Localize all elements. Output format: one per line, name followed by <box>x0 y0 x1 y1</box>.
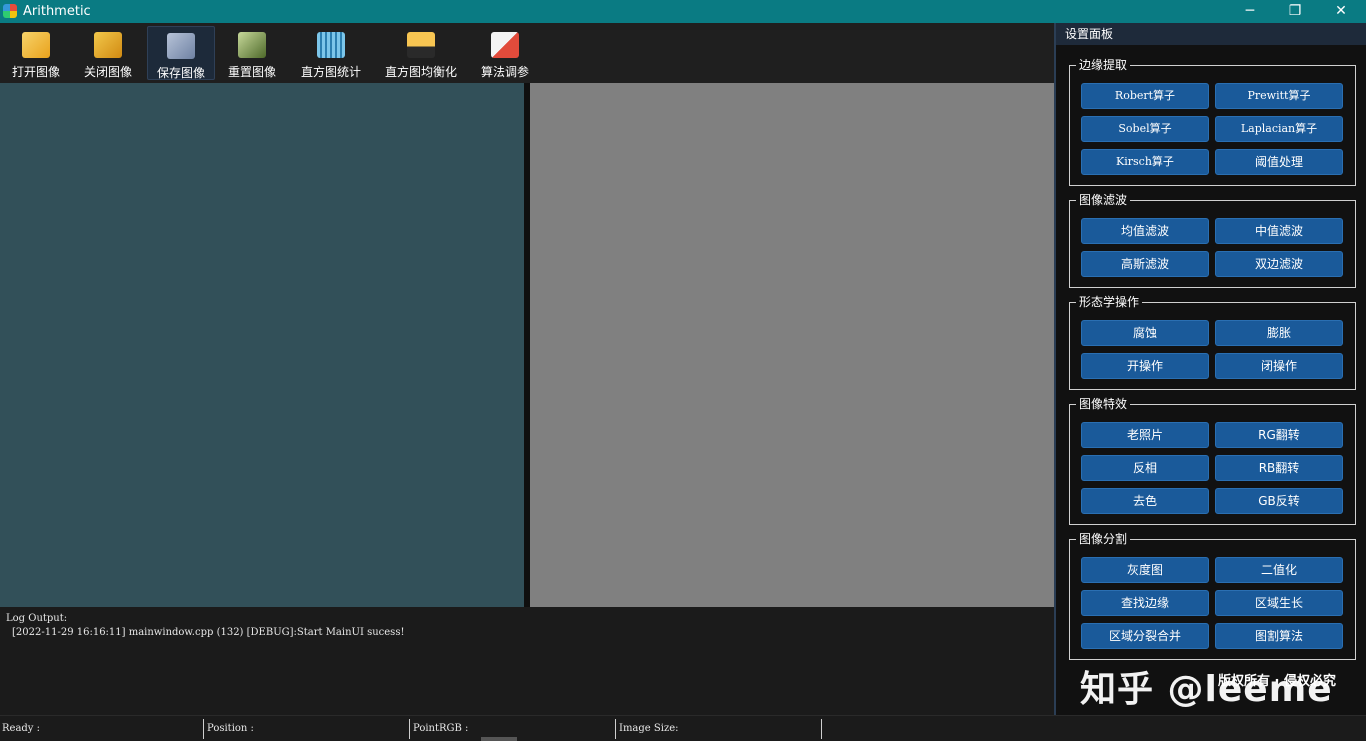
close-image-button[interactable]: 关闭图像 <box>78 26 138 80</box>
algorithm-params-label: 算法调参 <box>474 63 536 80</box>
result-image-view[interactable] <box>530 83 1054 607</box>
histogram-equalize-label: 直方图均衡化 <box>382 63 460 80</box>
sobel-operator-button[interactable]: Sobel算子 <box>1081 116 1209 142</box>
group-image-effects: 图像特效 老照片 RG翻转 反相 RB翻转 去色 GB反转 <box>1069 404 1356 525</box>
binarize-button[interactable]: 二值化 <box>1215 557 1343 583</box>
threshold-button[interactable]: 阈值处理 <box>1215 149 1343 175</box>
histogram-equalize-button[interactable]: 直方图均衡化 <box>382 26 460 80</box>
invert-button[interactable]: 反相 <box>1081 455 1209 481</box>
rb-flip-button[interactable]: RB翻转 <box>1215 455 1343 481</box>
prewitt-operator-button[interactable]: Prewitt算子 <box>1215 83 1343 109</box>
robert-operator-button[interactable]: Robert算子 <box>1081 83 1209 109</box>
log-title: Log Output: <box>6 613 67 624</box>
reset-image-icon <box>238 32 266 58</box>
status-bar: Ready : Position : PointRGB : Image Size… <box>0 715 1366 741</box>
group-title: 图像特效 <box>1076 396 1130 412</box>
algorithm-params-icon <box>491 32 519 58</box>
window-title: Arithmetic <box>23 4 91 19</box>
dilate-button[interactable]: 膨胀 <box>1215 320 1343 346</box>
source-image-view[interactable] <box>0 83 524 607</box>
laplacian-operator-button[interactable]: Laplacian算子 <box>1215 116 1343 142</box>
main-toolbar: 打开图像 关闭图像 保存图像 重置图像 直方图统计 直方图均衡化 算法调参 <box>0 23 1054 83</box>
erode-button[interactable]: 腐蚀 <box>1081 320 1209 346</box>
status-ready: Ready : <box>0 719 204 739</box>
kirsch-operator-button[interactable]: Kirsch算子 <box>1081 149 1209 175</box>
opening-button[interactable]: 开操作 <box>1081 353 1209 379</box>
settings-panel-title: 设置面板 <box>1056 23 1366 45</box>
log-line: [2022-11-29 16:16:11] mainwindow.cpp (13… <box>12 627 404 638</box>
app-logo-icon <box>3 4 17 18</box>
graph-cut-button[interactable]: 图割算法 <box>1215 623 1343 649</box>
save-image-icon <box>167 33 195 59</box>
split-merge-button[interactable]: 区域分裂合并 <box>1081 623 1209 649</box>
histogram-icon <box>317 32 345 58</box>
status-pointrgb: PointRGB : <box>411 719 616 739</box>
save-image-label: 保存图像 <box>148 64 214 81</box>
group-title: 图像滤波 <box>1076 192 1130 208</box>
group-title: 图像分割 <box>1076 531 1130 547</box>
watermark-overlay-text: 版权所有 · 侵权必究 <box>1218 670 1336 689</box>
group-morphology: 形态学操作 腐蚀 膨胀 开操作 闭操作 <box>1069 302 1356 390</box>
close-button[interactable]: ✕ <box>1318 0 1364 23</box>
rg-flip-button[interactable]: RG翻转 <box>1215 422 1343 448</box>
histogram-button[interactable]: 直方图统计 <box>296 26 366 80</box>
group-image-filter: 图像滤波 均值滤波 中值滤波 高斯滤波 双边滤波 <box>1069 200 1356 288</box>
save-image-button[interactable]: 保存图像 <box>147 26 215 80</box>
reset-image-button[interactable]: 重置图像 <box>222 26 282 80</box>
find-edges-button[interactable]: 查找边缘 <box>1081 590 1209 616</box>
settings-panel: 设置面板 边缘提取 Robert算子 Prewitt算子 Sobel算子 Lap… <box>1054 23 1366 715</box>
group-title: 形态学操作 <box>1076 294 1142 310</box>
group-edge-extraction: 边缘提取 Robert算子 Prewitt算子 Sobel算子 Laplacia… <box>1069 65 1356 186</box>
open-image-button[interactable]: 打开图像 <box>6 26 66 80</box>
close-image-label: 关闭图像 <box>78 63 138 80</box>
old-photo-button[interactable]: 老照片 <box>1081 422 1209 448</box>
reset-image-label: 重置图像 <box>222 63 282 80</box>
close-image-icon <box>94 32 122 58</box>
grayscale-button[interactable]: 灰度图 <box>1081 557 1209 583</box>
gaussian-filter-button[interactable]: 高斯滤波 <box>1081 251 1209 277</box>
desaturate-button[interactable]: 去色 <box>1081 488 1209 514</box>
maximize-button[interactable]: ❐ <box>1272 0 1318 23</box>
histogram-label: 直方图统计 <box>296 63 366 80</box>
open-image-label: 打开图像 <box>6 63 66 80</box>
horizontal-scroll-handle[interactable] <box>481 737 517 741</box>
minimize-button[interactable]: ─ <box>1227 0 1273 23</box>
status-image-size: Image Size: <box>617 719 822 739</box>
closing-button[interactable]: 闭操作 <box>1215 353 1343 379</box>
bilateral-filter-button[interactable]: 双边滤波 <box>1215 251 1343 277</box>
log-output-panel: Log Output: [2022-11-29 16:16:11] mainwi… <box>0 607 1054 715</box>
median-filter-button[interactable]: 中值滤波 <box>1215 218 1343 244</box>
group-title: 边缘提取 <box>1076 57 1130 73</box>
status-position: Position : <box>205 719 410 739</box>
open-folder-icon <box>22 32 50 58</box>
mean-filter-button[interactable]: 均值滤波 <box>1081 218 1209 244</box>
group-image-segmentation: 图像分割 灰度图 二值化 查找边缘 区域生长 区域分裂合并 图割算法 <box>1069 539 1356 660</box>
region-growing-button[interactable]: 区域生长 <box>1215 590 1343 616</box>
gb-invert-button[interactable]: GB反转 <box>1215 488 1343 514</box>
histogram-equalize-icon <box>407 32 435 58</box>
title-bar: Arithmetic ─ ❐ ✕ <box>0 0 1366 23</box>
algorithm-params-button[interactable]: 算法调参 <box>474 26 536 80</box>
